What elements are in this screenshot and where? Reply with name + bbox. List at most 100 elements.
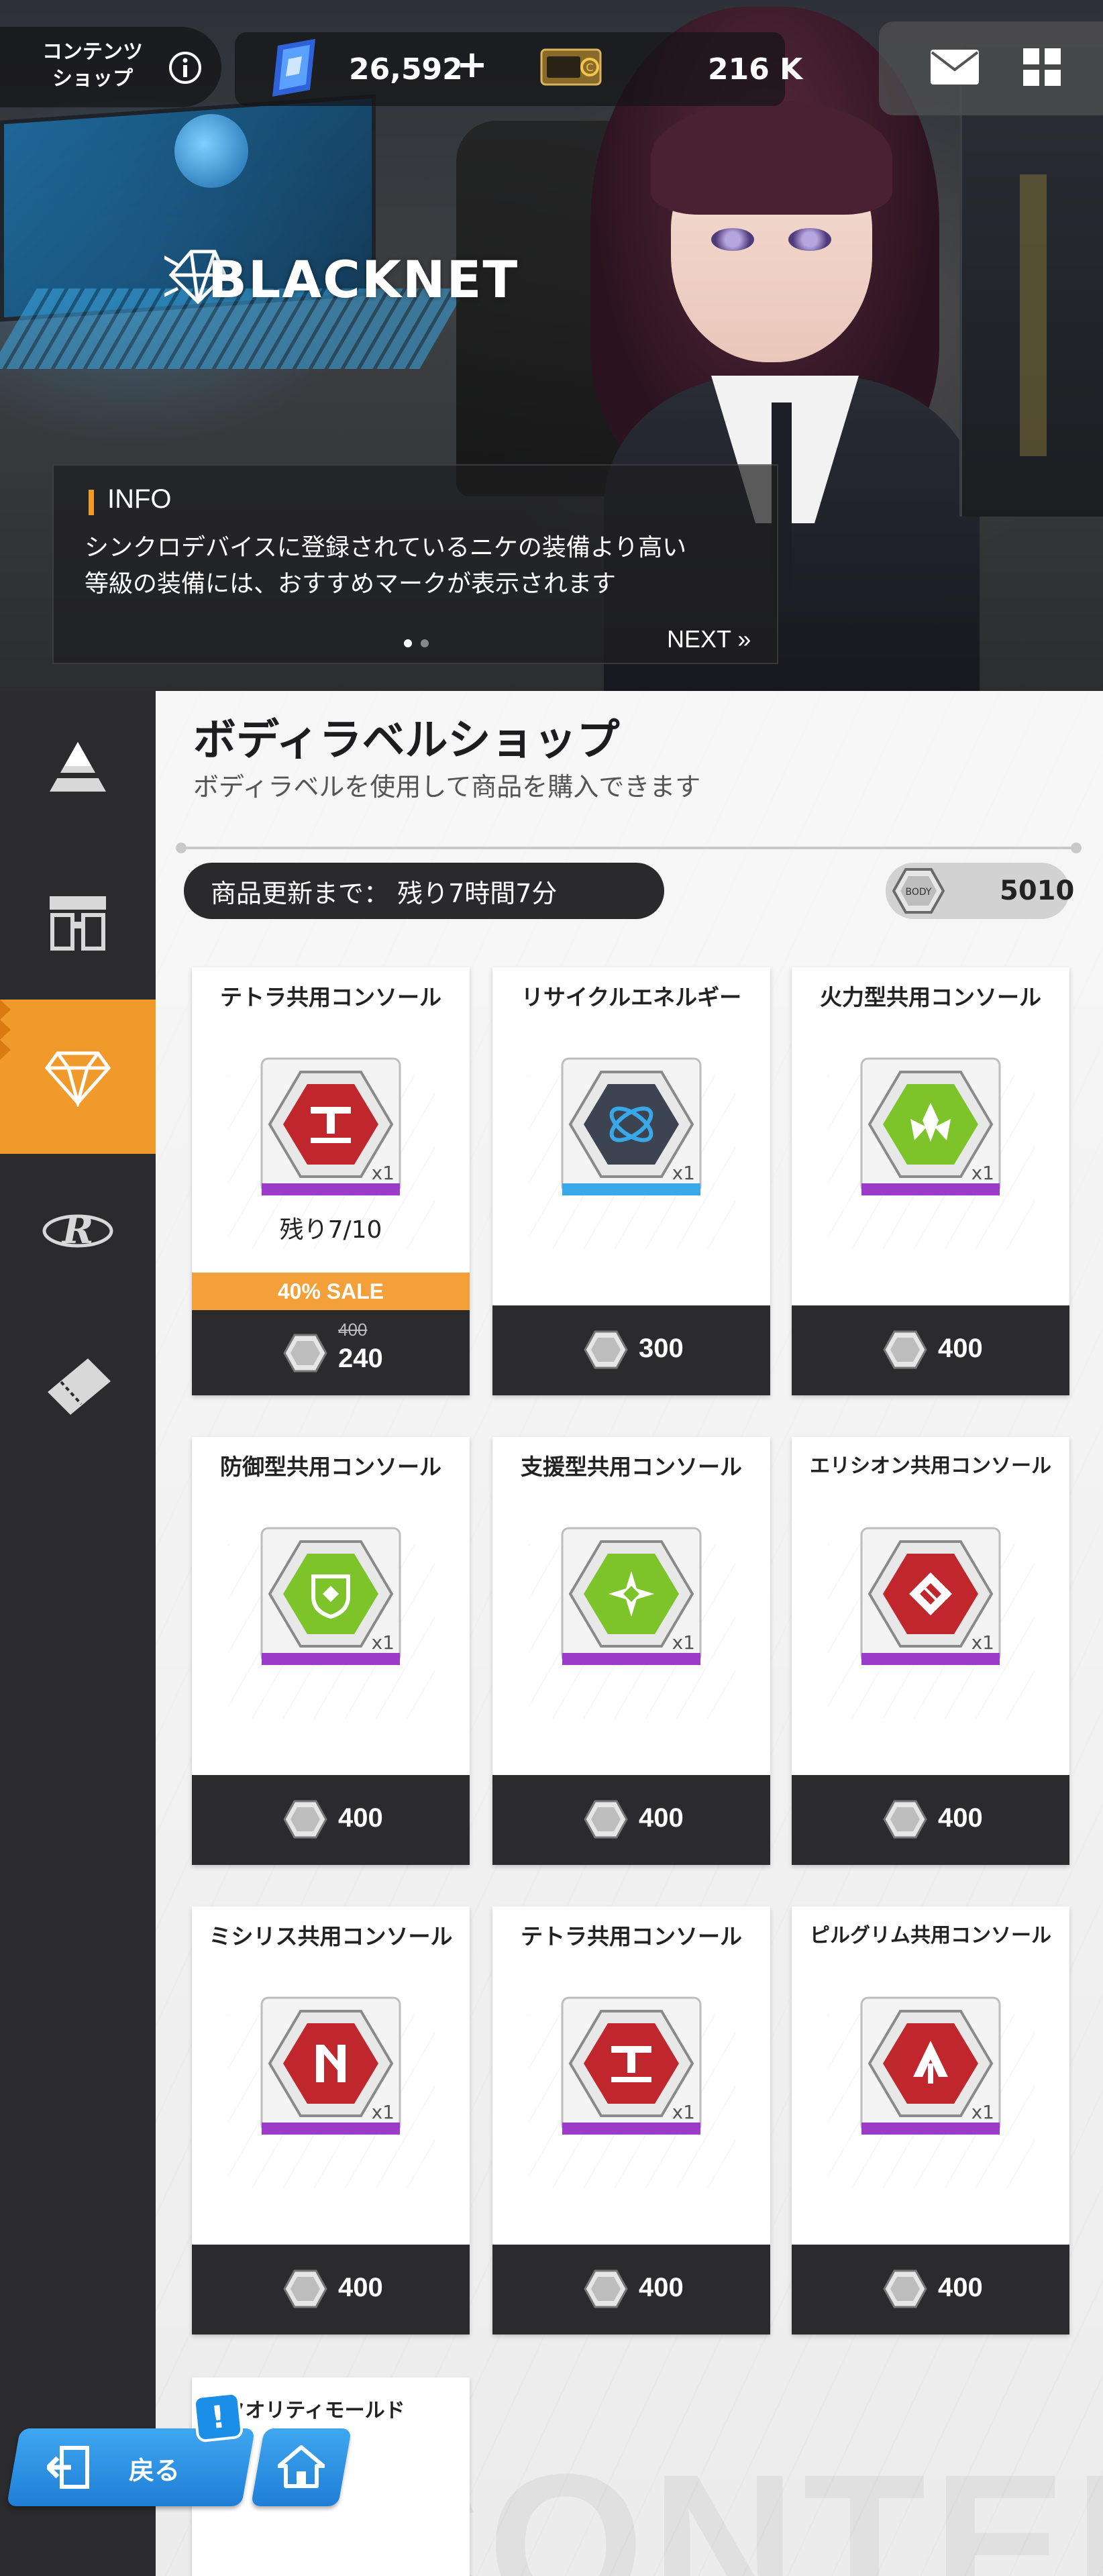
body-label-currency-icon (283, 1334, 327, 1373)
info-text-line1: シンクロデバイスに登録されているニケの装備より高い (85, 534, 687, 561)
body-label-currency-icon (883, 1330, 927, 1369)
divider (180, 847, 1075, 849)
grid-menu-icon[interactable] (1023, 48, 1061, 86)
body-label-currency-icon (584, 1800, 628, 1839)
page-title: ボディラベルショップ (193, 716, 620, 765)
support-console-icon: x1 (561, 1527, 702, 1665)
divider-dot (1071, 843, 1082, 853)
content-shop-label-line1: コンテンツ (42, 40, 143, 64)
product-name: 支援型共用コンソール (521, 1454, 742, 1480)
info-icon[interactable] (168, 50, 203, 85)
quantity-label: x1 (971, 2101, 994, 2123)
info-text: シンクロデバイスに登録されているニケの装備より高い 等級の装備には、おすすめマー… (85, 530, 755, 602)
character-bangs (651, 101, 892, 215)
price-value: 400 (938, 1803, 983, 1833)
tetra-console-icon: x1 (260, 1057, 401, 1195)
gems-value: 26,592 (349, 52, 463, 87)
product-name: ピルグリム共用コンソール (810, 1924, 1051, 1947)
page-dot-active (404, 639, 412, 647)
back-button-label: 戻る (129, 2456, 180, 2485)
sidebar-item-diamond[interactable] (0, 1000, 156, 1154)
sidebar-item-r-emblem[interactable]: R (0, 1154, 156, 1308)
page-dot (421, 639, 429, 647)
price-bar[interactable]: 400 (792, 2245, 1069, 2334)
page-subtitle: ボディラベルを使用して商品を購入できます (193, 772, 701, 802)
price-bar[interactable]: 400 (792, 1305, 1069, 1395)
tetra-console-icon: x1 (561, 1996, 702, 2135)
body-label-currency-icon (584, 2269, 628, 2308)
r-emblem-icon: R (42, 1208, 113, 1252)
body-label-balance-value: 5010 (1000, 875, 1075, 906)
diamond-icon (44, 1051, 111, 1107)
product-name: テトラ共用コンソール (220, 984, 441, 1010)
quantity-label: x1 (971, 1631, 994, 1654)
missilis-console-icon: x1 (260, 1996, 401, 2135)
price-bar[interactable]: 400 (192, 1775, 470, 1865)
sale-badge: 40% SALE (192, 1273, 470, 1310)
globe-illustration (174, 114, 248, 188)
sidebar-item-box-shop[interactable] (0, 845, 156, 1000)
character-eye (711, 228, 754, 251)
product-card[interactable]: エリシオン共用コンソール x1 400 (792, 1437, 1069, 1865)
gems-plus-button[interactable]: + (456, 43, 488, 87)
quantity-label: x1 (971, 1162, 994, 1184)
right-button-group (879, 21, 1103, 115)
elysion-console-icon: x1 (860, 1527, 1001, 1665)
body-label-currency-icon (283, 1800, 327, 1839)
credit-icon: C (540, 48, 602, 86)
quantity-label: x1 (672, 1631, 695, 1654)
product-name: 火力型共用コンソール (820, 984, 1041, 1010)
price-bar[interactable]: 400 240 (192, 1310, 470, 1395)
recycle-energy-icon: x1 (561, 1057, 702, 1195)
quantity-label: x1 (672, 1162, 695, 1184)
product-card[interactable]: リサイクルエネルギー x1 300 (492, 967, 770, 1395)
quantity-label: x1 (372, 1162, 395, 1184)
mail-icon[interactable] (929, 48, 980, 86)
info-text-line2: 等級の装備には、おすすめマークが表示されます (85, 570, 617, 598)
price-value: 400 (938, 2273, 983, 2302)
next-button[interactable]: NEXT » (667, 625, 751, 653)
stock-remaining: 残り7/10 (279, 1216, 382, 1244)
page-indicator (404, 637, 434, 650)
pilgrim-console-icon: x1 (860, 1996, 1001, 2135)
box-shop-icon (50, 896, 106, 951)
svg-text:BODY: BODY (906, 887, 932, 898)
sidebar-item-ticket[interactable] (0, 1308, 156, 1462)
notification-badge[interactable]: ! (192, 2391, 244, 2443)
logo-text: BLACKNET (208, 250, 519, 309)
content-shop-label: コンテンツ ショップ (25, 39, 160, 93)
svg-text:C: C (586, 61, 593, 74)
firepower-console-icon: x1 (860, 1057, 1001, 1195)
info-title: INFO (107, 484, 172, 514)
content-shop-label-line2: ショップ (52, 67, 133, 91)
price-value: 400 (938, 1334, 983, 1363)
product-card[interactable]: ミシリス共用コンソール x1 400 (192, 1907, 470, 2334)
crystal-gem-icon (272, 39, 315, 97)
product-card[interactable]: テトラ共用コンソール x1 残り7/10 40% SALE 400 240 (192, 967, 470, 1395)
pyramid-icon (50, 742, 106, 792)
product-card[interactable]: 支援型共用コンソール x1 400 (492, 1437, 770, 1865)
product-card[interactable]: ピルグリム共用コンソール x1 400 (792, 1907, 1069, 2334)
product-card[interactable]: 防御型共用コンソール x1 400 (192, 1437, 470, 1865)
ticket-icon (48, 1358, 111, 1415)
sidebar-item-pyramid[interactable] (0, 691, 156, 845)
product-card[interactable]: テトラ共用コンソール x1 400 (492, 1907, 770, 2334)
character-eye (788, 228, 831, 251)
product-card[interactable]: 火力型共用コンソール x1 400 (792, 967, 1069, 1395)
price-bar[interactable]: 400 (492, 1775, 770, 1865)
price-value: 240 (338, 1344, 383, 1373)
product-name: 防御型共用コンソール (220, 1454, 441, 1480)
quantity-label: x1 (672, 2101, 695, 2123)
body-label-currency-icon: BODY (892, 868, 945, 914)
price-bar[interactable]: 400 (492, 2245, 770, 2334)
price-bar[interactable]: 400 (792, 1775, 1069, 1865)
price-bar[interactable]: 400 (192, 2245, 470, 2334)
divider-dot (176, 843, 187, 853)
defense-console-icon: x1 (260, 1527, 401, 1665)
price-bar[interactable]: 300 (492, 1305, 770, 1395)
body-label-currency-icon (584, 1330, 628, 1369)
mech-accent (1020, 174, 1047, 456)
quantity-label: x1 (372, 1631, 395, 1654)
body-label-currency-icon (883, 1800, 927, 1839)
refresh-timer: 商品更新まで： 残り7時間7分 (184, 863, 664, 919)
